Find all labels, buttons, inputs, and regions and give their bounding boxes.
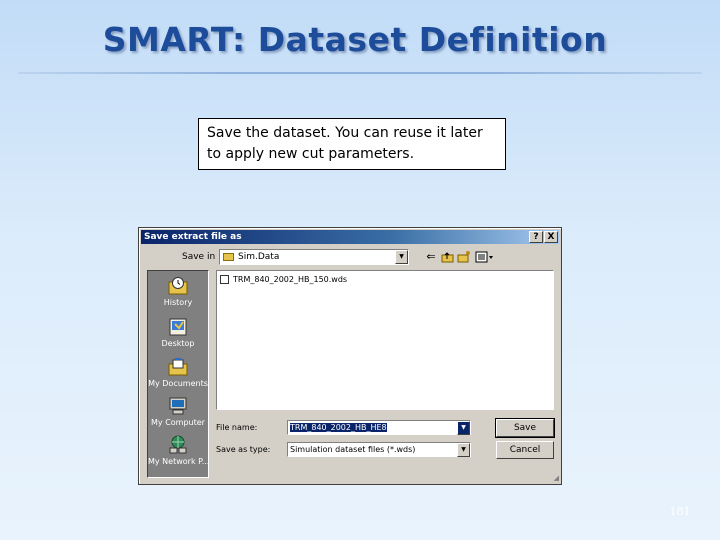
- place-history[interactable]: History: [148, 276, 208, 307]
- file-name-value: TRM_840_2002_HB_HE8: [290, 423, 387, 432]
- file-name-label: File name:: [216, 423, 258, 432]
- callout-box: Save the dataset. You can reuse it later…: [198, 118, 506, 170]
- save-in-label: Save in: [182, 252, 216, 262]
- desktop-icon: [167, 317, 189, 337]
- file-name: TRM_840_2002_HB_150.wds: [233, 275, 348, 284]
- save-in-select[interactable]: Sim.Data ▼: [219, 249, 409, 265]
- help-button[interactable]: ?: [529, 231, 543, 243]
- up-folder-icon[interactable]: [441, 250, 455, 264]
- save-button[interactable]: Save: [495, 418, 555, 438]
- place-label: My Computer: [151, 418, 205, 427]
- title-divider: [18, 72, 702, 74]
- back-arrow-icon[interactable]: ⇐: [424, 250, 438, 264]
- close-button[interactable]: X: [544, 231, 558, 243]
- my-documents-icon: [167, 357, 189, 377]
- chevron-down-icon[interactable]: ▼: [457, 443, 470, 457]
- page-number: 181: [669, 505, 691, 518]
- dialog-title: Save extract file as: [144, 232, 242, 242]
- save-as-type-label: Save as type:: [216, 445, 271, 454]
- save-as-type-value: Simulation dataset files (*.wds): [290, 445, 416, 454]
- place-label: My Network P...: [148, 457, 208, 466]
- cancel-button[interactable]: Cancel: [496, 441, 554, 459]
- new-folder-icon[interactable]: [457, 250, 471, 264]
- slide-title: SMART: Dataset Definition: [102, 20, 608, 59]
- place-my-documents[interactable]: My Documents: [148, 357, 208, 388]
- save-dialog: Save extract file as ? X Save in Sim.Dat…: [138, 227, 562, 485]
- place-label: History: [163, 298, 193, 307]
- file-name-input[interactable]: TRM_840_2002_HB_HE8 ▼: [287, 420, 471, 435]
- list-item[interactable]: TRM_840_2002_HB_150.wds: [220, 274, 347, 285]
- place-my-network[interactable]: My Network P...: [148, 435, 208, 466]
- resize-grip[interactable]: ◢: [554, 474, 559, 482]
- my-network-icon: [167, 435, 189, 455]
- folder-icon: [223, 253, 234, 261]
- save-as-type-select[interactable]: Simulation dataset files (*.wds) ▼: [287, 442, 471, 457]
- place-my-computer[interactable]: My Computer: [148, 396, 208, 427]
- file-list[interactable]: TRM_840_2002_HB_150.wds: [216, 270, 554, 410]
- view-menu-icon[interactable]: [475, 250, 495, 264]
- chevron-down-icon[interactable]: ▼: [395, 250, 408, 264]
- place-desktop[interactable]: Desktop: [148, 317, 208, 348]
- file-icon: [220, 275, 229, 284]
- my-computer-icon: [167, 396, 189, 416]
- place-label: My Documents: [148, 379, 208, 388]
- place-label: Desktop: [161, 339, 195, 348]
- save-in-value: Sim.Data: [238, 252, 280, 262]
- history-icon: [167, 276, 189, 296]
- dialog-titlebar[interactable]: Save extract file as ? X: [141, 230, 559, 244]
- places-bar: History Desktop My Documents My Computer…: [147, 270, 209, 478]
- chevron-down-icon[interactable]: ▼: [457, 421, 470, 435]
